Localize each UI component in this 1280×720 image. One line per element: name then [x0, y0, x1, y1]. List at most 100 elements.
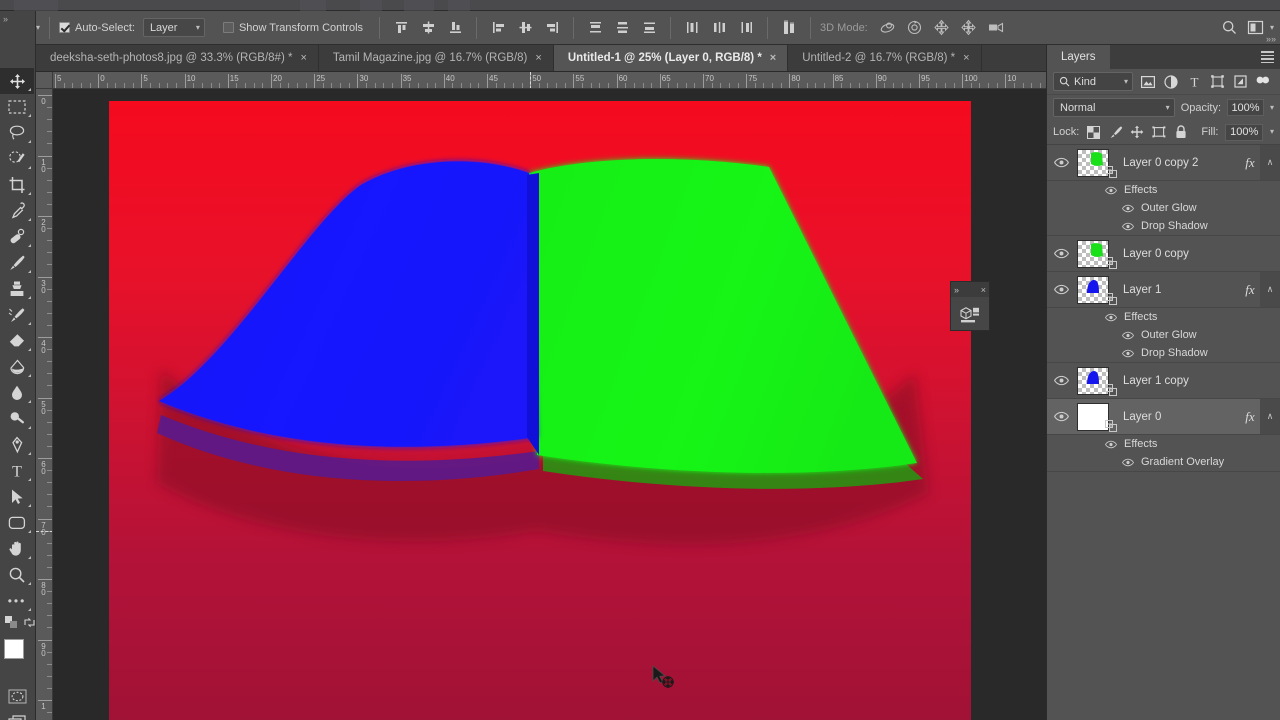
toolbar-collapse-icon[interactable]: » [3, 14, 8, 24]
tool-dodge[interactable] [0, 406, 34, 432]
tool-eyedropper[interactable] [0, 198, 34, 224]
document-tab-active[interactable]: Untitled-1 @ 25% (Layer 0, RGB/8) * × [554, 45, 788, 71]
layer-row[interactable]: Layer 0 copy 2fx∧ [1047, 145, 1280, 181]
effect-visibility-toggle[interactable] [1121, 455, 1135, 469]
layer-effects-expand-toggle[interactable]: ∧ [1260, 145, 1280, 180]
distribute-left-edges-icon[interactable] [680, 17, 704, 39]
layer-effects-expand-toggle[interactable]: ∧ [1260, 272, 1280, 307]
foreground-color-swatch[interactable] [4, 639, 24, 659]
filter-type-layers-icon[interactable]: T [1186, 74, 1202, 90]
document-tab[interactable]: Untitled-2 @ 16.7% (RGB/8) * × [788, 45, 981, 71]
tool-crop[interactable] [0, 172, 34, 198]
layer-effect-item[interactable]: Outer Glow [1047, 326, 1280, 344]
close-icon[interactable]: × [300, 53, 306, 64]
lock-artboard-nesting-icon[interactable] [1152, 125, 1167, 140]
align-left-edges-icon[interactable] [486, 17, 510, 39]
layer-effect-item[interactable]: Gradient Overlay [1047, 453, 1280, 471]
layer-visibility-toggle[interactable] [1047, 363, 1075, 398]
tab-layers[interactable]: Layers [1047, 45, 1110, 69]
opacity-chevron-icon[interactable]: ▾ [1270, 104, 1274, 112]
tool-preset-chevron-icon[interactable]: ▾ [36, 24, 40, 32]
layer-effect-item[interactable]: Outer Glow [1047, 199, 1280, 217]
scale-3d-object-icon[interactable] [984, 17, 1008, 39]
fill-value[interactable]: 100% [1225, 124, 1263, 141]
drag-3d-object-icon[interactable] [930, 17, 954, 39]
layer-visibility-toggle[interactable] [1047, 145, 1075, 180]
screen-mode-toggle[interactable] [0, 709, 34, 720]
layer-row[interactable]: Layer 0 copy [1047, 236, 1280, 272]
default-colors-icon[interactable] [5, 616, 18, 629]
tool-move[interactable] [0, 68, 34, 94]
document-tab[interactable]: Tamil Magazine.jpg @ 16.7% (RGB/8) × [319, 45, 554, 71]
show-transform-checkbox-box[interactable] [223, 22, 234, 33]
3d-properties-icon[interactable] [959, 305, 981, 323]
layer-effects-expand-toggle[interactable] [1260, 363, 1280, 398]
effect-visibility-toggle[interactable] [1121, 219, 1135, 233]
layer-effects-expand-toggle[interactable] [1260, 236, 1280, 271]
tool-spot-healing-brush[interactable] [0, 224, 34, 250]
lock-transparent-pixels-icon[interactable] [1086, 125, 1101, 140]
layer-effects-group[interactable]: Effects [1047, 435, 1280, 453]
lock-all-icon[interactable] [1174, 125, 1189, 140]
distribute-top-edges-icon[interactable] [583, 17, 607, 39]
layer-visibility-toggle[interactable] [1047, 399, 1075, 434]
layer-effects-expand-toggle[interactable]: ∧ [1260, 399, 1280, 434]
auto-select-scope-dropdown[interactable]: Layer ▾ [143, 18, 205, 37]
layer-visibility-toggle[interactable] [1047, 236, 1075, 271]
auto-select-checkbox-box[interactable] [59, 22, 70, 33]
filter-pixel-layers-icon[interactable] [1140, 74, 1156, 90]
close-icon[interactable]: × [981, 285, 986, 295]
canvas-area[interactable] [53, 89, 1046, 720]
opacity-value[interactable]: 100% [1227, 99, 1264, 116]
roll-3d-object-icon[interactable] [903, 17, 927, 39]
close-icon[interactable]: × [770, 53, 776, 64]
tool-path-selection[interactable] [0, 484, 34, 510]
layer-fx-badge[interactable]: fx [1240, 155, 1260, 171]
tool-brush[interactable] [0, 250, 34, 276]
close-icon[interactable]: × [535, 53, 541, 64]
blend-mode-dropdown[interactable]: Normal ▾ [1053, 98, 1175, 117]
vertical-ruler[interactable]: 01020304050607080901 [36, 89, 53, 720]
tool-zoom[interactable] [0, 562, 34, 588]
filter-shape-layers-icon[interactable] [1209, 74, 1225, 90]
layer-effects-group[interactable]: Effects [1047, 181, 1280, 199]
align-horizontal-centers-icon[interactable] [513, 17, 537, 39]
layer-row[interactable]: Layer 0fx∧ [1047, 399, 1280, 435]
auto-select-checkbox[interactable]: Auto-Select: [59, 22, 135, 34]
filter-adjustment-layers-icon[interactable] [1163, 74, 1179, 90]
tool-quick-selection[interactable] [0, 146, 34, 172]
layer-row[interactable]: Layer 1fx∧ [1047, 272, 1280, 308]
tool-clone-stamp[interactable] [0, 276, 34, 302]
layer-fx-badge[interactable]: fx [1240, 282, 1260, 298]
filter-kind-dropdown[interactable]: Kind ▾ [1053, 72, 1133, 91]
tool-rectangular-marquee[interactable] [0, 94, 34, 120]
tool-pen[interactable] [0, 432, 34, 458]
tool-eraser[interactable] [0, 328, 34, 354]
distribute-right-edges-icon[interactable] [734, 17, 758, 39]
tool-horizontal-type[interactable]: T [0, 458, 34, 484]
close-icon[interactable]: × [963, 53, 969, 64]
layer-effect-item[interactable]: Drop Shadow [1047, 344, 1280, 362]
effect-visibility-toggle[interactable] [1121, 328, 1135, 342]
workspace-chevron-icon[interactable]: ▾ [1270, 24, 1274, 32]
quick-mask-toggle[interactable] [0, 683, 34, 709]
filter-smart-objects-icon[interactable] [1232, 74, 1248, 90]
align-vertical-centers-icon[interactable] [416, 17, 440, 39]
rotate-3d-object-icon[interactable] [876, 17, 900, 39]
panel-menu-icon[interactable] [1261, 51, 1274, 63]
tool-lasso[interactable] [0, 120, 34, 146]
auto-align-layers-icon[interactable] [777, 17, 801, 39]
effects-visibility-toggle[interactable] [1104, 437, 1118, 451]
layer-fx-badge[interactable]: fx [1240, 409, 1260, 425]
effect-visibility-toggle[interactable] [1121, 201, 1135, 215]
tool-gradient[interactable] [0, 354, 34, 380]
fill-chevron-icon[interactable]: ▾ [1270, 128, 1274, 136]
lock-position-icon[interactable] [1130, 125, 1145, 140]
align-bottom-edges-icon[interactable] [443, 17, 467, 39]
search-icon[interactable] [1218, 17, 1242, 39]
effect-visibility-toggle[interactable] [1121, 346, 1135, 360]
tool-blur[interactable] [0, 380, 34, 406]
document-tab[interactable]: deeksha-seth-photos8.jpg @ 33.3% (RGB/8#… [36, 45, 319, 71]
effects-visibility-toggle[interactable] [1104, 310, 1118, 324]
workspace-switcher-icon[interactable] [1244, 17, 1268, 39]
